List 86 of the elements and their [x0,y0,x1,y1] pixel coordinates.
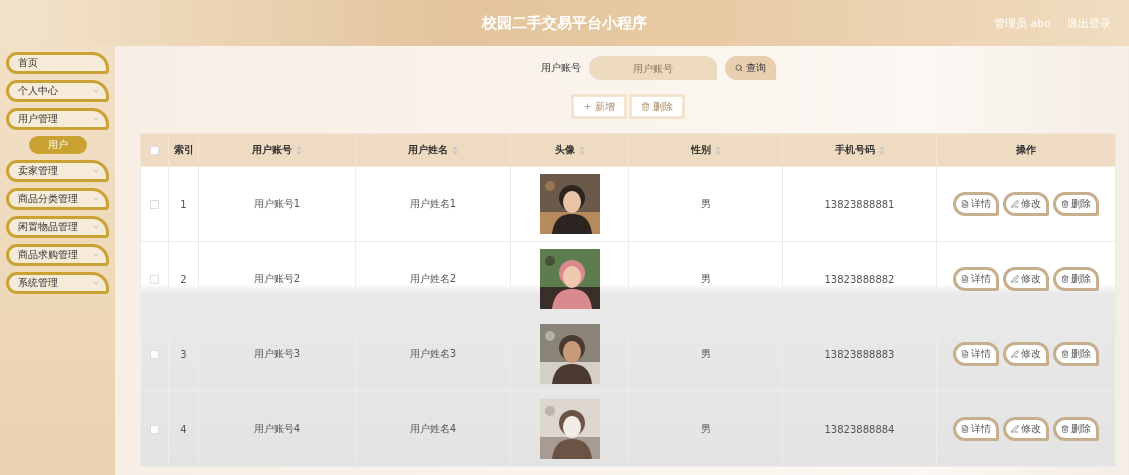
menu-item[interactable]: 商品求购管理 [6,244,109,266]
row-action-button[interactable]: 删除 [1053,192,1099,216]
menu-item[interactable]: 系统管理 [6,272,109,294]
column-header: 头像 [554,144,575,155]
row-action-button[interactable]: 修改 [1003,417,1049,441]
trash-icon [1061,200,1069,208]
chevron-icon [92,115,100,123]
search-icon [734,64,743,72]
row-action-button[interactable]: 修改 [1003,192,1049,216]
user-name: 管理员 abo [994,15,1051,31]
table-cell: 用户账号3 [253,348,301,359]
trash-icon [1061,350,1069,358]
table-cell: 13823888883 [824,348,895,360]
chevron-icon [92,87,100,95]
row-action-button[interactable]: 删除 [1053,267,1099,291]
table-cell: 用户账号2 [253,273,301,284]
column-header: 用户账号 [252,144,292,155]
menu-item[interactable]: 卖家管理 [6,160,109,182]
table-cell: 4 [180,423,187,435]
table-cell: 用户账号1 [253,198,301,209]
plus-icon [583,102,592,111]
menu-item[interactable]: 首页 [6,52,109,74]
table-cell: 用户姓名2 [409,273,457,284]
row-action-button[interactable]: 删除 [1053,342,1099,366]
row-action-button[interactable]: 详情 [953,267,999,291]
chevron-icon [92,195,100,203]
row-action-button[interactable]: 修改 [1003,342,1049,366]
row-checkbox[interactable] [150,425,159,434]
sort-icon[interactable] [578,145,585,155]
document-icon [961,350,969,358]
pen-icon [1011,275,1019,283]
table-cell: 用户姓名1 [409,198,457,209]
table-cell: 2 [180,273,187,285]
trash-icon [1061,275,1069,283]
add-button[interactable]: 新增 [571,94,627,119]
trash-icon [1061,425,1069,433]
column-header: 性别 [690,144,711,155]
trash-icon [641,102,650,111]
delete-button[interactable]: 删除 [629,94,685,119]
row-action-button[interactable]: 修改 [1003,267,1049,291]
sort-icon[interactable] [452,145,458,155]
table-cell: 男 [700,423,711,434]
table-cell: 男 [700,348,711,359]
row-checkbox[interactable] [150,350,159,359]
menu-item[interactable]: 闲置物品管理 [6,216,109,238]
select-all-checkbox[interactable] [150,146,159,155]
menu-item[interactable]: 用户管理 [6,108,109,130]
app-title: 校园二手交易平台小程序 [482,13,647,33]
table-cell: 3 [180,348,187,360]
chevron-icon [92,223,100,231]
table-cell: 男 [700,198,711,209]
table-cell: 用户姓名4 [409,423,457,434]
search-label: 用户账号 [540,61,581,75]
column-header: 索引 [173,144,194,155]
table-cell: 1 [180,198,187,210]
column-header: 用户姓名 [408,144,448,155]
row-action-button[interactable]: 删除 [1053,417,1099,441]
sort-icon[interactable] [296,145,302,155]
chevron-icon [92,279,100,287]
chevron-icon [92,251,100,259]
document-icon [961,200,969,208]
sort-icon[interactable] [714,145,721,155]
column-header: 手机号码 [834,144,875,155]
chevron-icon [92,167,100,175]
table-cell: 13823888882 [824,273,895,285]
menu-item[interactable]: 个人中心 [6,80,109,102]
row-action-button[interactable]: 详情 [953,192,999,216]
table-cell: 用户账号4 [253,423,301,434]
column-header: 操作 [1016,144,1036,155]
row-action-button[interactable]: 详情 [953,342,999,366]
pen-icon [1011,425,1019,433]
pen-icon [1011,200,1019,208]
table-cell: 13823888884 [824,423,895,435]
row-action-button[interactable]: 详情 [953,417,999,441]
menu-item[interactable]: 商品分类管理 [6,188,109,210]
pen-icon [1011,350,1019,358]
row-checkbox[interactable] [150,200,159,209]
search-field[interactable]: 用户账号 [588,56,717,80]
table-cell: 用户姓名3 [409,348,457,359]
document-icon [961,425,969,433]
document-icon [961,275,969,283]
table-cell: 13823888881 [824,198,895,210]
sort-icon[interactable] [878,145,885,155]
table-cell: 男 [700,273,711,284]
row-checkbox[interactable] [150,275,159,284]
search-button[interactable]: 查询 [724,56,776,80]
